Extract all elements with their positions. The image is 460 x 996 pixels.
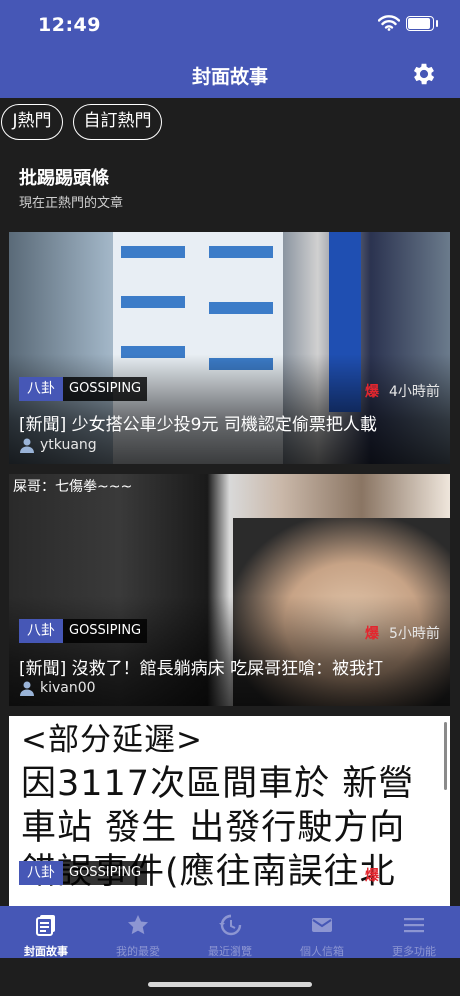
board-label: GOSSIPING [63, 377, 148, 401]
home-indicator[interactable] [148, 982, 312, 987]
article-card[interactable]: 屎哥：七傷拳~~~ 八卦 GOSSIPING 爆 5小時前 [新聞] 沒救了！館… [9, 474, 450, 706]
tabbar-item-mailbox[interactable]: 個人信箱 [276, 906, 368, 958]
tabbar-item-history[interactable]: 最近瀏覽 [184, 906, 276, 958]
history-icon [219, 914, 242, 936]
category-label: 八卦 [19, 861, 63, 885]
category-label: 八卦 [19, 619, 63, 643]
tabbar-item-more[interactable]: 更多功能 [368, 906, 460, 958]
board-label: GOSSIPING [63, 861, 148, 885]
star-icon [128, 915, 148, 935]
nav-bar: 封面故事 [0, 50, 460, 98]
tabbar-label: 我的最愛 [116, 945, 160, 958]
board-badge: 八卦 GOSSIPING [19, 861, 148, 885]
board-badge: 八卦 GOSSIPING [19, 619, 148, 643]
time-ago: 4小時前 [389, 384, 440, 400]
status-time: 12:49 [38, 14, 101, 36]
menu-icon [404, 918, 424, 933]
article-card[interactable]: 八卦 GOSSIPING 爆 4小時前 [新聞] 少女搭公車少投9元 司機認定偷… [9, 232, 450, 464]
tabbar-item-favorites[interactable]: 我的最愛 [92, 906, 184, 958]
time-ago: 5小時前 [389, 626, 440, 642]
section-title: 批踢踢頭條 [19, 168, 109, 189]
battery-icon [406, 16, 438, 31]
image-caption: 屎哥：七傷拳~~~ [13, 479, 133, 495]
cover-story-icon [36, 915, 55, 936]
tabbar-item-cover-story[interactable]: 封面故事 [0, 906, 92, 958]
wifi-icon [378, 15, 400, 31]
mail-icon [312, 918, 332, 932]
hot-badge: 爆 [365, 868, 379, 884]
article-author: kivan00 [19, 680, 96, 696]
user-icon [20, 681, 34, 696]
article-author: ytkuang [19, 437, 97, 453]
tabbar-label: 封面故事 [24, 945, 68, 958]
page-title: 封面故事 [191, 66, 268, 88]
hot-badge: 爆 [365, 626, 379, 642]
author-name: kivan00 [40, 680, 96, 696]
status-bar: 12:49 [0, 0, 460, 50]
article-title: [新聞] 沒救了！館長躺病床 吃屎哥狂嗆：被我打 [19, 659, 384, 679]
gear-icon[interactable] [410, 60, 438, 88]
section-subtitle: 現在正熱門的文章 [19, 196, 124, 211]
board-badge: 八卦 GOSSIPING [19, 377, 148, 401]
tabbar-label: 最近瀏覽 [208, 945, 252, 958]
tabbar-label: 個人信箱 [300, 945, 344, 958]
home-indicator-area [0, 958, 460, 996]
tab-bar: 封面故事 我的最愛 最近瀏覽 個人信箱 更多功能 [0, 906, 460, 958]
hot-badge: 爆 [365, 384, 379, 400]
category-label: 八卦 [19, 377, 63, 401]
article-card[interactable]: <部分延遲> 因3117次區間車於 新營 車站 發生 出發行駛方向 錯誤事件(應… [9, 716, 450, 906]
tabbar-label: 更多功能 [392, 945, 436, 958]
scrollbar[interactable] [444, 722, 447, 790]
author-name: ytkuang [40, 437, 97, 453]
tab-custom-hot[interactable]: 自訂熱門 [73, 104, 162, 140]
article-title: [新聞] 少女搭公車少投9元 司機認定偷票把人載 [19, 415, 377, 435]
user-icon [20, 438, 34, 453]
board-label: GOSSIPING [63, 619, 148, 643]
tab-row: J熱門 自訂熱門 [0, 100, 460, 148]
tab-hot[interactable]: J熱門 [1, 104, 63, 140]
